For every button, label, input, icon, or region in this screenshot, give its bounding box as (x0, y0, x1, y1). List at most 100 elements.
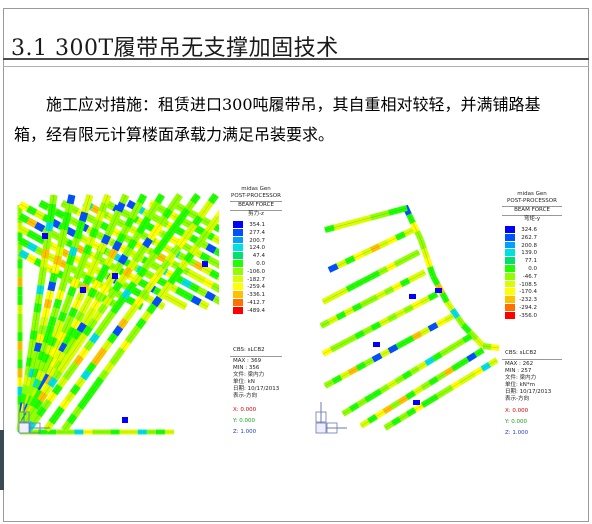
color-swatch (233, 299, 243, 306)
stress-hotspot (373, 342, 380, 347)
legend-view: 表示-方向 (233, 393, 257, 399)
color-swatch (233, 260, 243, 267)
color-swatch (233, 291, 243, 299)
legend-cbs: CBS: sLCB2 (505, 350, 537, 356)
beam-model-2 (315, 204, 500, 434)
legend-min: MIN : 356 (233, 365, 260, 371)
legend-axis-y: Y: 0.000 (233, 418, 255, 424)
radial-beam-edge (324, 315, 454, 387)
legend-brand: midas Gen (517, 191, 547, 197)
scale-tick-label: 277.4 (249, 229, 265, 236)
color-swatch (505, 296, 515, 304)
color-swatch (233, 236, 243, 244)
scale-tick-label: 200.8 (521, 242, 537, 249)
color-swatch (233, 252, 243, 260)
legend-axis-x: X: 0.000 (505, 408, 529, 414)
stress-hotspot (435, 288, 442, 293)
stress-hotspot (202, 261, 208, 267)
color-swatch (233, 306, 243, 314)
legend-unit: 单位: kN*m (505, 382, 536, 388)
scale-tick-label: 354.1 (249, 222, 265, 228)
color-swatch (505, 280, 515, 288)
legend-2: midas Gen POST-PROCESSOR BEAM FORCE 弯矩-y… (502, 190, 562, 438)
beam-model-1 (16, 192, 219, 435)
scale-tick-label: -412.7 (247, 300, 265, 306)
legend-brand: midas Gen (241, 186, 271, 192)
scale-tick-label: 47.4 (252, 253, 265, 260)
scale-tick-label: 139.0 (521, 250, 537, 257)
color-swatch (233, 283, 243, 291)
legend-axis-z: Z: 1.000 (505, 430, 529, 436)
legend-axis-y: Y: 0.000 (505, 419, 527, 425)
stress-hotspot (122, 417, 128, 423)
color-swatch (233, 267, 243, 275)
legend-view: 表示-方向 (505, 396, 529, 402)
stress-hotspot (80, 287, 86, 293)
radial-beam-edge (322, 251, 420, 303)
scale-tick-label: -106.0 (247, 268, 265, 275)
scale-tick-label: 77.1 (524, 258, 537, 265)
scale-tick-label: -294.2 (519, 305, 537, 311)
legend-processor: POST-PROCESSOR (507, 198, 557, 204)
title-bar: 3.1 300T履带吊无支撑加固技术 (3, 8, 589, 61)
scale-tick-label: 124.0 (249, 245, 265, 252)
color-swatch (505, 265, 515, 272)
color-swatch (505, 257, 515, 265)
radial-beam-edge (342, 335, 472, 415)
legend-component: 弯矩-y (523, 216, 541, 222)
edge-beam-edge (462, 324, 484, 347)
legend-max: MAX : 369 (233, 358, 262, 364)
stress-hotspot (413, 400, 420, 405)
scale-tick-label: -170.4 (519, 289, 537, 296)
stress-hotspot (112, 273, 118, 279)
color-swatch (505, 249, 515, 257)
legend-unit: 单位: kN (233, 379, 255, 385)
legend-max: MAX : 262 (505, 361, 534, 367)
scale-tick-label: 324.6 (521, 227, 537, 233)
legend-type: BEAM FORCE (238, 202, 274, 208)
title-underline (3, 66, 589, 67)
legend-axis-z: Z: 1.000 (233, 429, 257, 435)
scale-tick-label: -259.4 (247, 284, 265, 291)
legend-divider (230, 356, 282, 357)
scale-tick-label: 0.0 (256, 261, 265, 267)
grid-beam (213, 247, 219, 257)
color-swatch (505, 233, 515, 241)
coordinate-axis-icon (315, 402, 347, 434)
color-swatch (505, 226, 515, 233)
color-swatch (505, 311, 515, 319)
slide-title: 3.1 300T履带吊无支撑加固技术 (11, 36, 339, 61)
scale-tick-label: 0.0 (528, 266, 537, 272)
legend-date: 日期: 10/17/2013 (233, 386, 280, 392)
scale-tick-label: 200.7 (249, 237, 265, 244)
scale-tick-label: -182.7 (247, 276, 265, 283)
legend-axis-x: X: 0.000 (233, 407, 257, 413)
color-swatch (233, 228, 243, 236)
left-edge-strip (0, 430, 4, 490)
radial-beam-edge (324, 207, 408, 231)
edge-beam-edge (446, 301, 464, 326)
stress-hotspot (42, 233, 48, 239)
legend-processor: POST-PROCESSOR (231, 193, 281, 199)
scale-tick-label: -232.3 (519, 297, 537, 304)
color-swatch (505, 288, 515, 296)
radial-beam-edge (360, 349, 484, 427)
color-swatch (233, 275, 243, 283)
legend-file: 文件: 梁内力 (505, 375, 537, 381)
scale-tick-label: 262.7 (521, 234, 537, 241)
legend-date: 日期: 10/17/2013 (505, 389, 552, 395)
legend-component: 剪力-z (248, 211, 264, 217)
scale-tick-label: -108.5 (519, 281, 537, 288)
color-swatch (505, 272, 515, 280)
legend-file: 文件: 梁内力 (233, 372, 265, 378)
legend-1: midas Gen POST-PROCESSOR BEAM FORCE 剪力-z… (230, 185, 282, 438)
color-swatch (233, 244, 243, 252)
body-text: 施工应对措施：租赁进口300吨履带吊，其自重相对较轻，并满铺路基箱，经有限元计算… (14, 95, 541, 144)
legend-min: MIN : 257 (505, 368, 532, 374)
color-swatch (505, 304, 515, 311)
scale-tick-label: -336.1 (247, 292, 265, 299)
scale-tick-label: -356.0 (519, 312, 537, 319)
legend-type: BEAM FORCE (514, 207, 550, 213)
radial-beam-edge (384, 359, 498, 429)
scale-tick-label: -489.4 (247, 307, 265, 314)
